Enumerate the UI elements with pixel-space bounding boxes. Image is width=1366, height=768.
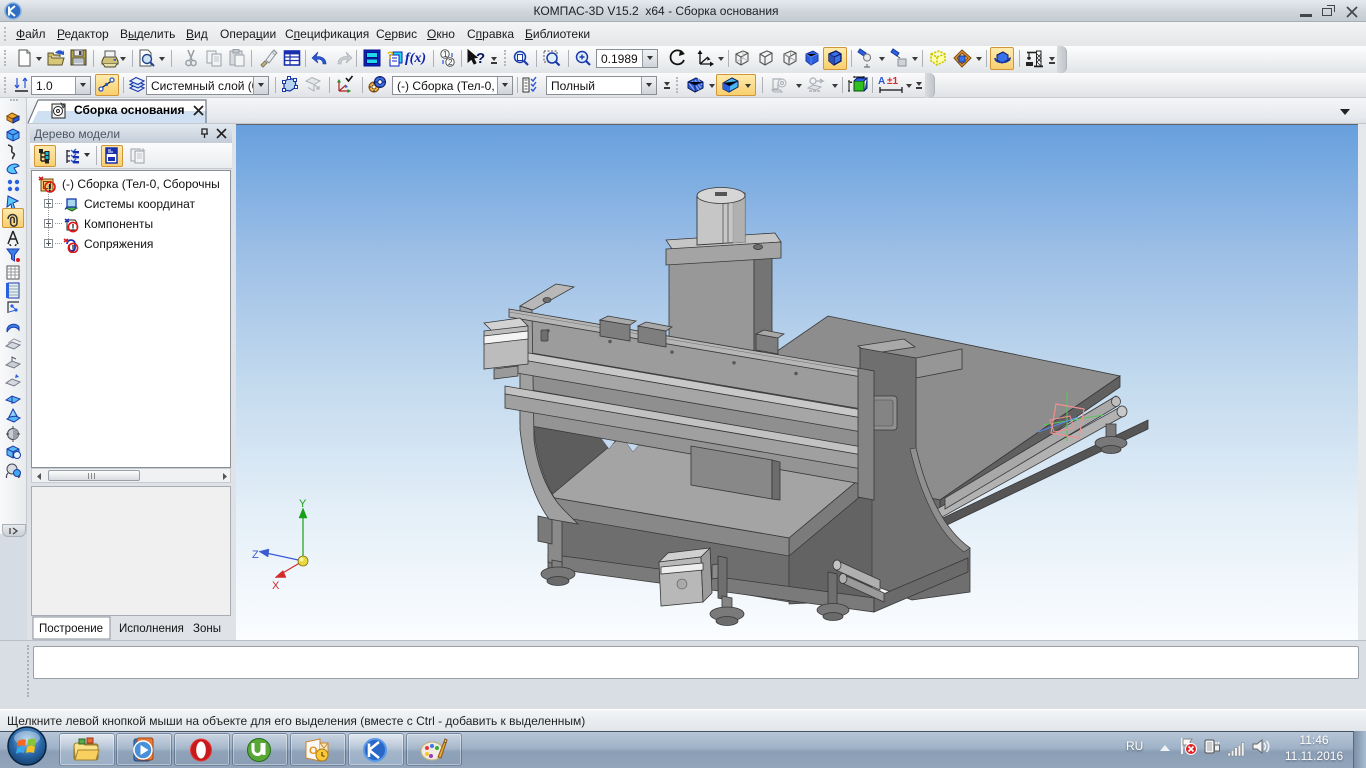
svg-text:Построение: Построение (39, 623, 103, 635)
svg-text:2: 2 (448, 58, 453, 67)
svg-text:!: ! (72, 223, 75, 233)
svg-text:Y: Y (299, 498, 307, 510)
svg-text:±1: ±1 (887, 76, 898, 87)
svg-text:Исполнения: Исполнения (119, 623, 184, 635)
svg-text:?: ? (387, 50, 394, 62)
svg-text:?: ? (476, 50, 485, 67)
svg-text:A: A (878, 76, 885, 87)
svg-text:Зоны: Зоны (193, 623, 221, 635)
svg-text:!: ! (72, 244, 75, 254)
svg-text:O: O (309, 745, 318, 757)
svg-text:X: X (272, 580, 280, 592)
svg-text:Z: Z (252, 549, 259, 561)
